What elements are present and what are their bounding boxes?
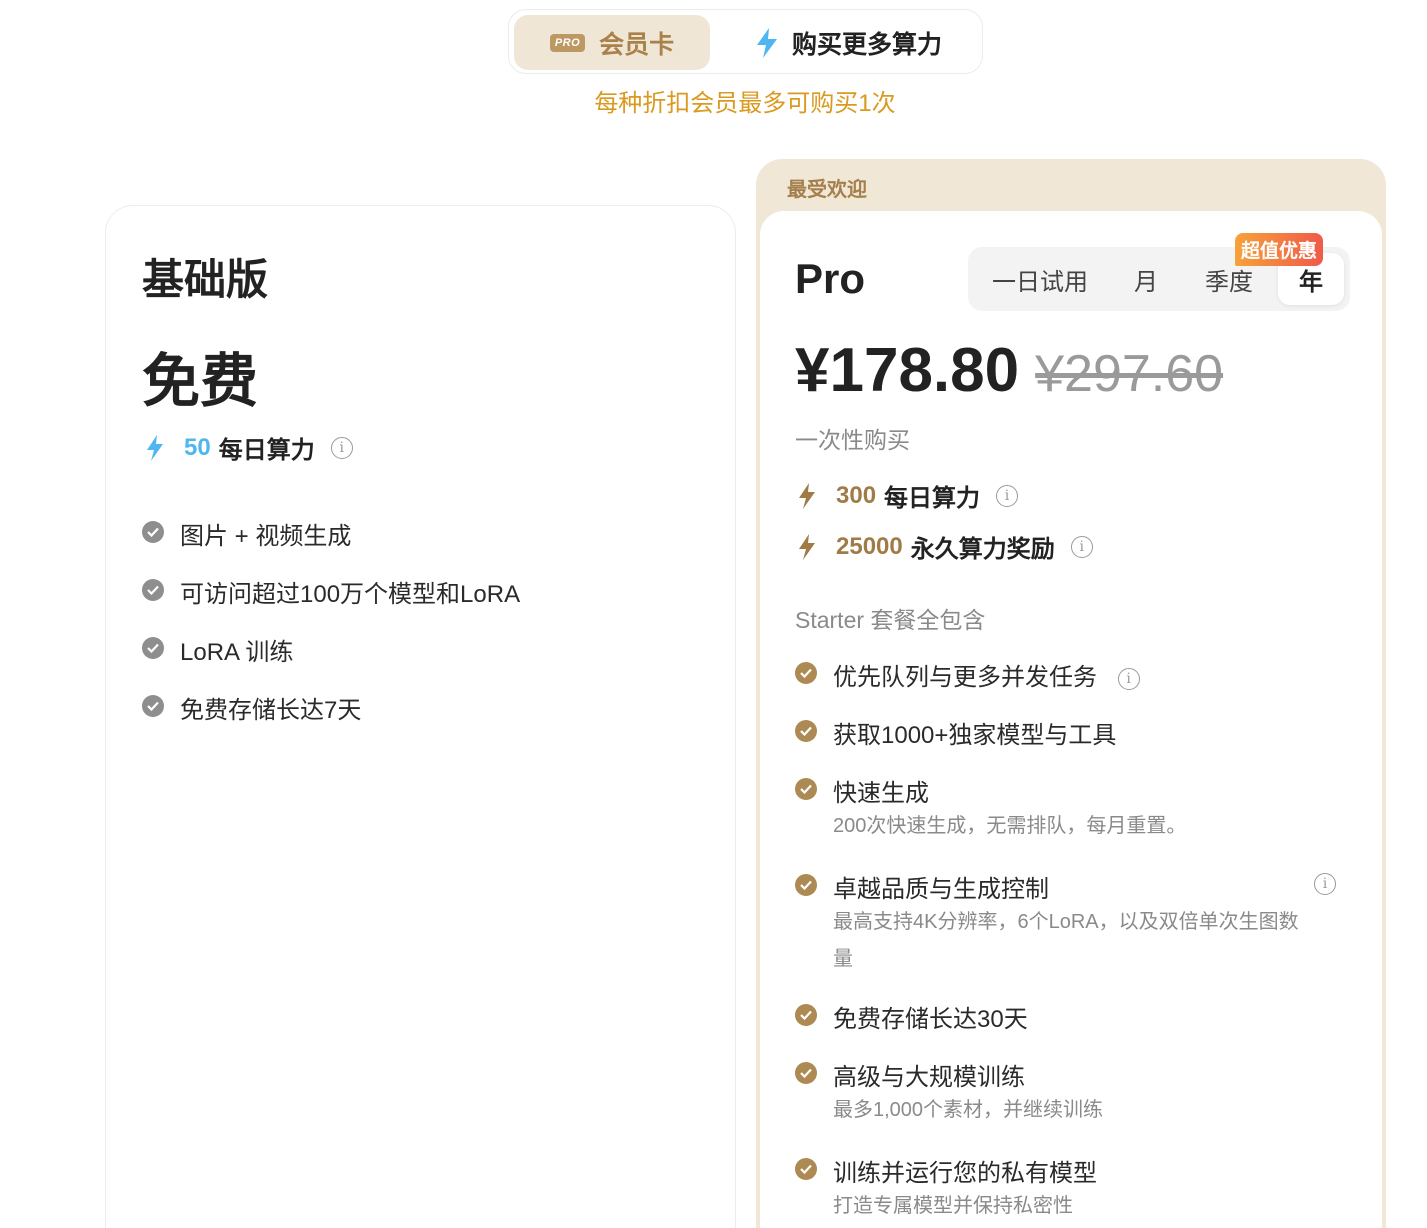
daily-credits-label: 每日算力 [884, 485, 981, 512]
price-row: ¥178.80 ¥297.60 [795, 335, 1223, 406]
payment-type: 一次性购买 [795, 427, 910, 453]
check-circle-icon [142, 637, 164, 659]
tab-buy-compute[interactable]: 购买更多算力 [719, 15, 979, 70]
check-circle-icon [795, 662, 817, 684]
feature-text: 快速生成 [833, 780, 929, 807]
list-item: LoRA 训练 [142, 632, 520, 690]
feature-text: 优先队列与更多并发任务 [833, 664, 1097, 691]
feature-text: 图片 + 视频生成 [180, 523, 352, 550]
includes-label: Starter 套餐全包含 [795, 607, 986, 633]
most-popular-label: 最受欢迎 [787, 179, 867, 201]
feature-text: 高级与大规模训练 [833, 1064, 1025, 1091]
feature-description: 最高支持4K分辨率，6个LoRA，以及双倍单次生图数量 [833, 911, 1299, 970]
check-circle-icon [795, 720, 817, 742]
bonus-credits-label: 永久算力奖励 [910, 536, 1055, 563]
list-item: 卓越品质与生成控制 i 最高支持4K分辨率，6个LoRA，以及双倍单次生图数量 [795, 869, 1336, 999]
feature-text: LoRA 训练 [180, 639, 294, 666]
feature-text: 获取1000+独家模型与工具 [833, 722, 1117, 749]
tab-membership-label: 会员卡 [599, 30, 675, 59]
check-circle-icon [142, 695, 164, 717]
plan-price: 免费 [142, 349, 259, 414]
feature-text: 可访问超过100万个模型和LoRA [180, 581, 521, 608]
list-item: 优先队列与更多并发任务 i [795, 657, 1300, 715]
period-month[interactable]: 月 [1118, 253, 1174, 305]
original-price: ¥297.60 [1035, 345, 1224, 403]
deal-badge: 超值优惠 [1235, 233, 1324, 266]
pro-badge-icon: PRO [549, 33, 586, 52]
pro-plan-card-body: Pro 一日试用 月 季度 年 超值优惠 ¥178.80 ¥297.60 一次性… [760, 211, 1382, 1228]
check-circle-icon [795, 778, 817, 800]
feature-description: 200次快速生成，无需排队，每月重置。 [833, 815, 1187, 837]
bonus-credits-row: 25000 永久算力奖励 i [798, 529, 1093, 564]
plan-title: Pro [795, 255, 866, 302]
feature-text: 训练并运行您的私有模型 [833, 1160, 1097, 1187]
purchase-limit-notice: 每种折扣会员最多可购买1次 [594, 90, 896, 117]
basic-plan-card: 基础版 免费 50 每日算力 i 图片 + 视频生成 可访问超过100万个模型和… [105, 205, 736, 1228]
basic-feature-list: 图片 + 视频生成 可访问超过100万个模型和LoRA LoRA 训练 免费存储… [142, 516, 520, 748]
list-item: 图片 + 视频生成 [142, 516, 520, 574]
daily-credits-row: 50 每日算力 i [146, 430, 353, 465]
check-circle-icon [795, 874, 817, 896]
daily-credits-value: 300 [836, 481, 877, 509]
current-price: ¥178.80 [795, 336, 1020, 405]
list-item: 免费存储长达30天 [795, 999, 1300, 1057]
daily-credits-row: 300 每日算力 i [798, 478, 1019, 513]
list-item: 训练并运行您的私有模型 打造专属模型并保持私密性 [795, 1153, 1300, 1228]
list-item: 免费存储长达7天 [142, 690, 520, 748]
lightning-icon [798, 482, 816, 509]
info-icon[interactable]: i [1117, 667, 1140, 690]
list-item: 获取1000+独家模型与工具 [795, 715, 1300, 773]
check-circle-icon [795, 1158, 817, 1180]
tab-membership-card[interactable]: PRO 会员卡 [514, 15, 710, 70]
check-circle-icon [142, 579, 164, 601]
lightning-icon [146, 434, 164, 461]
list-item: 高级与大规模训练 最多1,000个素材，并继续训练 [795, 1057, 1300, 1153]
bonus-credits-value: 25000 [836, 532, 903, 560]
feature-text: 卓越品质与生成控制 [833, 876, 1049, 903]
info-icon[interactable]: i [1070, 535, 1093, 558]
check-circle-icon [795, 1004, 817, 1026]
info-icon[interactable]: i [330, 436, 353, 459]
check-circle-icon [795, 1062, 817, 1084]
info-icon[interactable]: i [996, 484, 1019, 507]
daily-credits-label: 每日算力 [218, 437, 315, 464]
pro-plan-card: 最受欢迎 Pro 一日试用 月 季度 年 超值优惠 ¥178.80 ¥297.6… [756, 159, 1386, 1228]
period-trial-day[interactable]: 一日试用 [978, 253, 1102, 305]
daily-credits-value: 50 [184, 433, 211, 461]
feature-text: 免费存储长达7天 [180, 697, 362, 724]
feature-description: 最多1,000个素材，并继续训练 [833, 1099, 1104, 1121]
plan-type-switch: PRO 会员卡 购买更多算力 [508, 9, 983, 74]
tab-buy-compute-label: 购买更多算力 [791, 30, 942, 59]
plan-title: 基础版 [142, 256, 269, 303]
check-circle-icon [142, 521, 164, 543]
list-item: 快速生成 200次快速生成，无需排队，每月重置。 [795, 773, 1300, 869]
lightning-icon [798, 533, 816, 560]
feature-text: 免费存储长达30天 [833, 1006, 1028, 1033]
feature-description: 打造专属模型并保持私密性 [833, 1195, 1073, 1217]
info-icon[interactable]: i [1314, 873, 1336, 895]
pro-feature-list: 优先队列与更多并发任务 i 获取1000+独家模型与工具 快速生成 200次快速… [795, 657, 1336, 1228]
list-item: 可访问超过100万个模型和LoRA [142, 574, 520, 632]
lightning-icon [756, 27, 778, 58]
